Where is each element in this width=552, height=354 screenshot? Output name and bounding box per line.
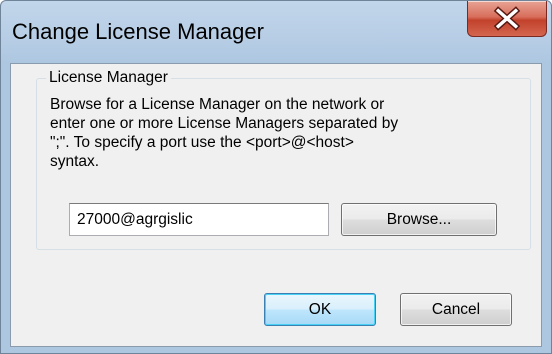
window-title: Change License Manager bbox=[12, 19, 264, 44]
close-button[interactable] bbox=[467, 1, 547, 37]
license-manager-input[interactable] bbox=[69, 203, 329, 236]
group-legend: License Manager bbox=[46, 69, 171, 87]
license-manager-group: License Manager Browse for a License Man… bbox=[36, 69, 531, 250]
browse-button[interactable]: Browse... bbox=[341, 203, 497, 236]
close-icon bbox=[493, 6, 521, 31]
dialog-window: Change License Manager License Manager B… bbox=[0, 0, 552, 354]
title-bar[interactable]: Change License Manager bbox=[1, 1, 551, 63]
ok-button[interactable]: OK bbox=[264, 293, 376, 326]
cancel-button[interactable]: Cancel bbox=[400, 293, 512, 326]
dialog-client-area: License Manager Browse for a License Man… bbox=[10, 63, 542, 347]
group-description: Browse for a License Manager on the netw… bbox=[50, 96, 399, 170]
